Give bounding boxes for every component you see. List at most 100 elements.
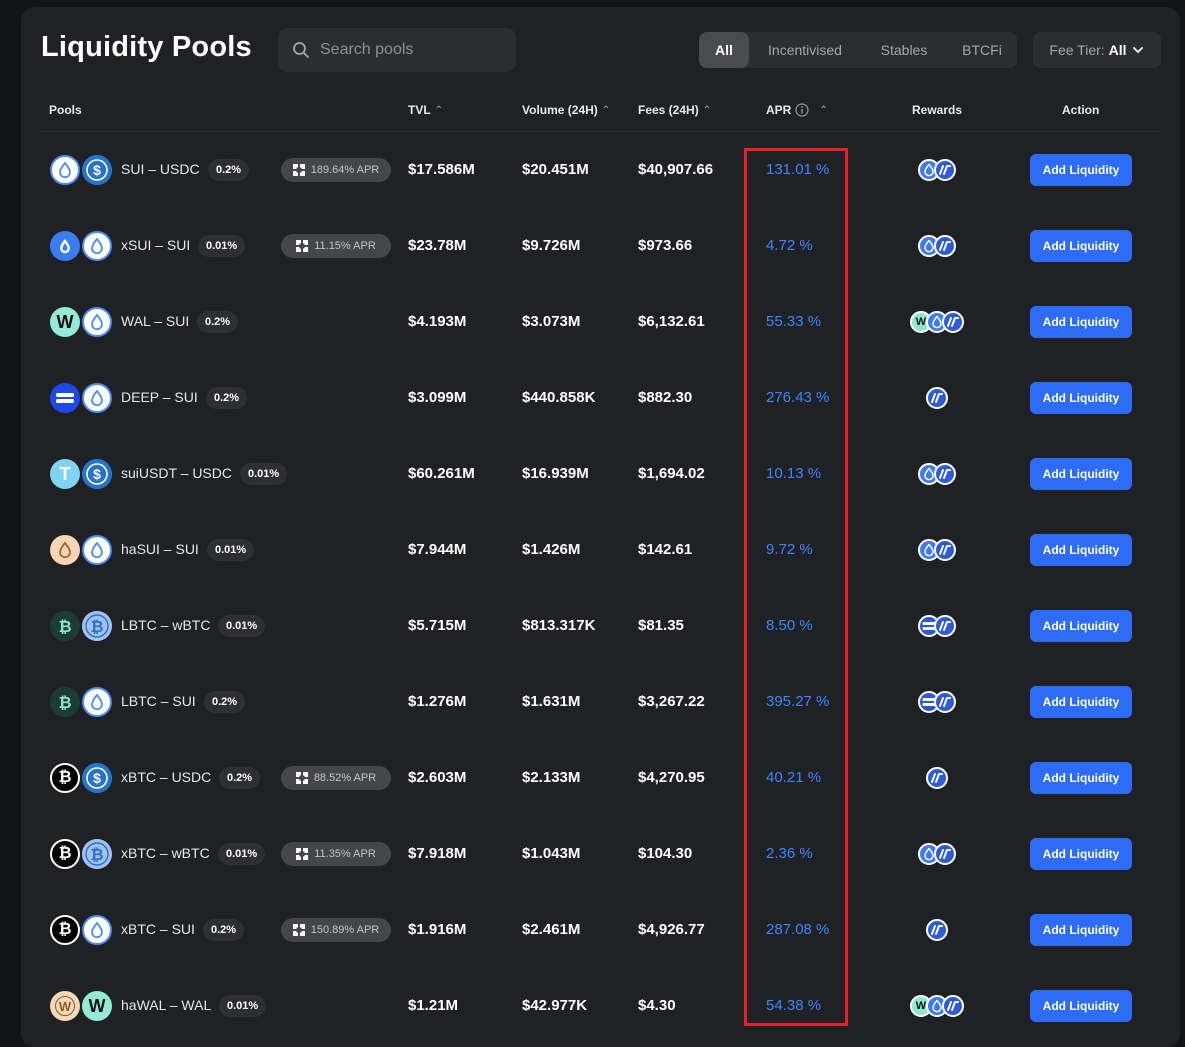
tvl-value: $1.21M (408, 997, 459, 1014)
table-row[interactable]: T $ suiUSDT – USDC 0.01% $60.261M $16.939M $1,… (0, 436, 1185, 512)
apr-value[interactable]: 4.72 % (766, 237, 813, 254)
pool-pair-name[interactable]: haSUI – SUI (121, 541, 199, 557)
table-row[interactable]: ₿ ₿ LBTC – wBTC 0.01% $5.715M $813.317K $81.35… (0, 588, 1185, 664)
lbtc-token-icon: ₿ (50, 687, 80, 717)
apr-value[interactable]: 55.33 % (766, 313, 821, 330)
apr-value[interactable]: 2.36 % (766, 845, 813, 862)
table-row[interactable]: xSUI – SUI 0.01% 11.15% APR $23.78M $9.726M $… (0, 208, 1185, 284)
sui-token-icon (82, 231, 112, 261)
header-volume[interactable]: Volume (24H) ⌃ (522, 103, 610, 117)
apr-value[interactable]: 131.01 % (766, 161, 829, 178)
add-liquidity-button[interactable]: Add Liquidity (1030, 458, 1132, 490)
filter-stables[interactable]: Stables (861, 32, 947, 68)
filter-incentivised[interactable]: Incentivised (749, 32, 861, 68)
pool-pair-name[interactable]: xBTC – USDC (121, 769, 211, 785)
add-liquidity-button[interactable]: Add Liquidity (1030, 914, 1132, 946)
pool-pair-name[interactable]: LBTC – SUI (121, 693, 196, 709)
sui-token-icon (82, 535, 112, 565)
pill-reward-icon (934, 539, 956, 561)
search-box[interactable] (278, 28, 516, 72)
pill-reward-icon (926, 919, 948, 941)
header-fees[interactable]: Fees (24H) ⌃ (638, 103, 711, 117)
fees-value: $1,694.02 (638, 465, 705, 482)
filter-all[interactable]: All (699, 32, 749, 68)
apr-value[interactable]: 276.43 % (766, 389, 829, 406)
fees-value: $6,132.61 (638, 313, 705, 330)
svg-text:$: $ (93, 770, 101, 786)
add-liquidity-button[interactable]: Add Liquidity (1030, 230, 1132, 262)
sui-token-icon (82, 687, 112, 717)
pool-pair-name[interactable]: xSUI – SUI (121, 237, 190, 253)
fees-value: $4,926.77 (638, 921, 705, 938)
pool-pair-name[interactable]: LBTC – wBTC (121, 617, 210, 633)
fee-tier-badge: 0.01% (218, 615, 266, 637)
table-row[interactable]: haSUI – SUI 0.01% $7.944M $1.426M $142.61 9.7… (0, 512, 1185, 588)
pool-pair-name[interactable]: DEEP – SUI (121, 389, 198, 405)
incentive-apr-text: 189.64% APR (310, 164, 380, 176)
svg-text:₿: ₿ (58, 694, 71, 712)
svg-text:₿: ₿ (58, 618, 71, 636)
sparkle-icon (296, 240, 309, 252)
pool-pair-name[interactable]: haWAL – WAL (121, 997, 211, 1013)
incentive-apr-badge: 150.89% APR (281, 918, 391, 942)
filter-btcfi[interactable]: BTCFi (947, 32, 1017, 68)
fee-tier-dropdown[interactable]: Fee Tier: All (1033, 32, 1161, 68)
usdc-token-icon: $ (82, 459, 112, 489)
sparkle-icon (292, 924, 305, 936)
table-row[interactable]: DEEP – SUI 0.2% $3.099M $440.858K $882.30 276… (0, 360, 1185, 436)
add-liquidity-button[interactable]: Add Liquidity (1030, 990, 1132, 1022)
add-liquidity-button[interactable]: Add Liquidity (1030, 382, 1132, 414)
search-input[interactable] (318, 40, 502, 60)
add-liquidity-button[interactable]: Add Liquidity (1030, 154, 1132, 186)
table-row[interactable]: ₿ xBTC – SUI 0.2% 150.89% APR $1.916M $2.461M… (0, 892, 1185, 968)
apr-value[interactable]: 40.21 % (766, 769, 821, 786)
pool-pair-name[interactable]: xBTC – wBTC (121, 845, 210, 861)
tvl-value: $7.944M (408, 541, 467, 558)
sui-token-icon (82, 383, 112, 413)
apr-value[interactable]: 395.27 % (766, 693, 829, 710)
add-liquidity-button[interactable]: Add Liquidity (1030, 838, 1132, 870)
table-row[interactable]: W WhaWAL – WAL 0.01% $1.21M $42.977K $4.30 54.… (0, 968, 1185, 1044)
apr-value[interactable]: 54.38 % (766, 997, 821, 1014)
apr-value[interactable]: 9.72 % (766, 541, 813, 558)
sparkle-icon (296, 848, 309, 860)
fees-value: $40,907.66 (638, 161, 714, 178)
pill-reward-icon (926, 767, 948, 789)
table-row[interactable]: ₿ ₿ xBTC – wBTC 0.01% 11.35% APR $7.918M $1.04… (0, 816, 1185, 892)
pool-pair-name[interactable]: WAL – SUI (121, 313, 189, 329)
table-row[interactable]: ₿ LBTC – SUI 0.2% $1.276M $1.631M $3,267.22 39… (0, 664, 1185, 740)
add-liquidity-button[interactable]: Add Liquidity (1030, 306, 1132, 338)
add-liquidity-button[interactable]: Add Liquidity (1030, 686, 1132, 718)
fee-tier-badge: 0.2% (197, 311, 239, 333)
apr-value[interactable]: 10.13 % (766, 465, 821, 482)
info-icon[interactable] (795, 103, 809, 117)
add-liquidity-button[interactable]: Add Liquidity (1030, 762, 1132, 794)
apr-value[interactable]: 287.08 % (766, 921, 829, 938)
pill-reward-icon (934, 235, 956, 257)
fees-value: $104.30 (638, 845, 693, 862)
wbtc-token-icon: ₿ (82, 611, 112, 641)
header-apr[interactable]: APR ⌃ (766, 103, 828, 117)
pool-pair-name[interactable]: xBTC – SUI (121, 921, 195, 937)
pool-pair-name[interactable]: SUI – USDC (121, 161, 200, 177)
pill-reward-icon (934, 615, 956, 637)
tvl-value: $2.603M (408, 769, 467, 786)
volume-value: $813.317K (522, 617, 596, 634)
incentive-apr-text: 11.15% APR (314, 240, 376, 252)
svg-text:$: $ (93, 466, 101, 482)
add-liquidity-button[interactable]: Add Liquidity (1030, 534, 1132, 566)
table-row[interactable]: $ SUI – USDC 0.2% 189.64% APR $17.586M $20.45… (0, 132, 1185, 208)
volume-value: $3.073M (522, 313, 581, 330)
fee-tier-badge: 0.01% (207, 539, 255, 561)
fees-value: $882.30 (638, 389, 693, 406)
sui-token-icon (82, 915, 112, 945)
table-row[interactable]: ₿ $ xBTC – USDC 0.2% 88.52% APR $2.603M $2.133… (0, 740, 1185, 816)
wbtc-token-icon: ₿ (82, 839, 112, 869)
header-tvl[interactable]: TVL ⌃ (408, 103, 443, 117)
table-row[interactable]: W WAL – SUI 0.2% $4.193M $3.073M $6,132.61 55.… (0, 284, 1185, 360)
fee-tier-badge: 0.01% (240, 463, 288, 485)
fee-tier-badge: 0.01% (218, 843, 266, 865)
add-liquidity-button[interactable]: Add Liquidity (1030, 610, 1132, 642)
apr-value[interactable]: 8.50 % (766, 617, 813, 634)
pool-pair-name[interactable]: suiUSDT – USDC (121, 465, 232, 481)
